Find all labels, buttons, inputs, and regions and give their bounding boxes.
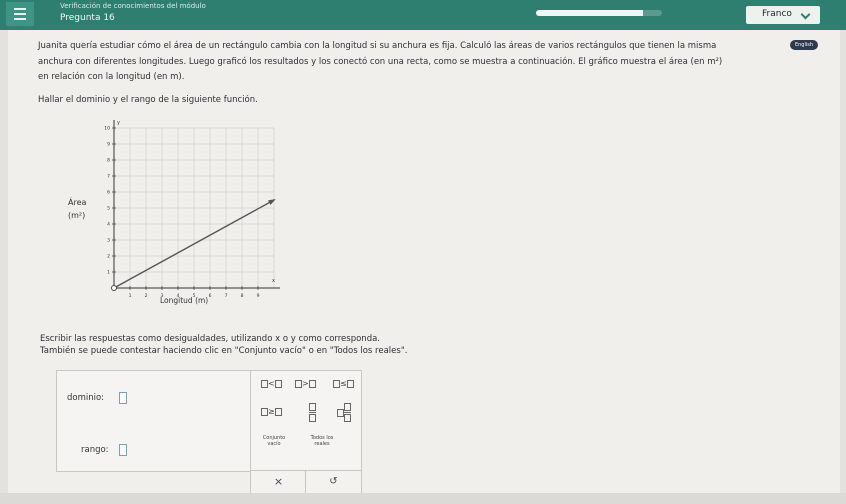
range-input[interactable] bbox=[119, 444, 127, 456]
top-bar: Verificación de conocimientos del módulo… bbox=[0, 0, 846, 30]
english-toggle-button[interactable]: English bbox=[790, 40, 818, 50]
less-equal-key[interactable]: ≤ bbox=[333, 379, 354, 388]
y-tick-label: 4 bbox=[107, 222, 110, 228]
chevron-down-icon bbox=[800, 9, 811, 20]
problem-line-3: en relación con la longitud (en m). bbox=[38, 72, 185, 82]
note-line-1: Escribir las respuestas como desigualdad… bbox=[40, 334, 381, 344]
y-tick-label: 7 bbox=[107, 174, 110, 180]
user-name: Franco bbox=[762, 9, 792, 19]
domain-label: dominio: bbox=[67, 393, 105, 403]
progress-fill bbox=[536, 10, 644, 16]
note-line-2: También se puede contestar haciendo clic… bbox=[40, 346, 408, 356]
hamburger-icon bbox=[14, 8, 26, 10]
bottom-bar bbox=[0, 493, 846, 504]
clear-button[interactable]: × bbox=[250, 470, 306, 494]
empty-set-button[interactable]: Conjunto vacío bbox=[259, 435, 289, 447]
instruction-text: Hallar el dominio y el rango de la sigui… bbox=[38, 95, 258, 105]
y-axis-symbol: y bbox=[117, 120, 120, 126]
x-tick-label: 6 bbox=[209, 293, 212, 299]
module-title: Verificación de conocimientos del módulo bbox=[60, 2, 206, 10]
x-tick-label: 7 bbox=[225, 293, 228, 299]
series-end-arrow bbox=[268, 199, 276, 205]
series-start-open-point bbox=[111, 285, 117, 291]
answer-panel: dominio: rango: bbox=[56, 370, 252, 472]
greater-than-key[interactable]: > bbox=[295, 379, 316, 388]
y-tick-label: 3 bbox=[107, 238, 110, 244]
y-tick-label: 1 bbox=[107, 270, 110, 276]
x-tick-label: 9 bbox=[257, 293, 260, 299]
y-tick-label: 5 bbox=[107, 206, 110, 212]
user-menu-button[interactable]: Franco bbox=[746, 6, 820, 24]
y-tick-label: 8 bbox=[107, 158, 110, 164]
all-reals-button[interactable]: Todos los reales bbox=[307, 435, 337, 447]
y-tick-label: 9 bbox=[107, 142, 110, 148]
x-tick-label: 1 bbox=[129, 293, 132, 299]
x-axis-label: Longitud (m) bbox=[160, 296, 209, 305]
x-axis-symbol: x bbox=[272, 278, 275, 284]
problem-line-2-unit: m²) bbox=[707, 57, 723, 67]
greater-equal-key[interactable]: ≥ bbox=[261, 407, 282, 416]
y-tick-label: 6 bbox=[107, 190, 110, 196]
area-vs-length-graph: xy1 2 3 4 5 6 7 8 912345678910 bbox=[104, 120, 280, 299]
less-than-key[interactable]: < bbox=[261, 379, 282, 388]
y-tick-label: 10 bbox=[104, 126, 110, 132]
x-tick-label: 2 bbox=[145, 293, 148, 299]
domain-input[interactable] bbox=[119, 392, 127, 404]
hamburger-menu-button[interactable] bbox=[6, 2, 34, 26]
undo-button[interactable]: ↺ bbox=[305, 470, 362, 494]
fraction-key[interactable] bbox=[309, 403, 316, 422]
range-label: rango: bbox=[81, 445, 109, 455]
x-tick-label: 8 bbox=[241, 293, 244, 299]
progress-bar bbox=[536, 10, 662, 16]
problem-line-1: Juanita quería estudiar cómo el área de … bbox=[38, 41, 717, 51]
math-keypad: < > ≤ ≥ Conjunto vacío Todos los reales bbox=[250, 370, 362, 472]
problem-line-2-text: anchura con diferentes longitudes. Luego… bbox=[38, 57, 705, 67]
y-tick-label: 2 bbox=[107, 254, 110, 260]
problem-line-2: anchura con diferentes longitudes. Luego… bbox=[38, 57, 722, 67]
question-label: Pregunta 16 bbox=[60, 13, 115, 23]
mixed-number-key[interactable] bbox=[337, 403, 351, 422]
